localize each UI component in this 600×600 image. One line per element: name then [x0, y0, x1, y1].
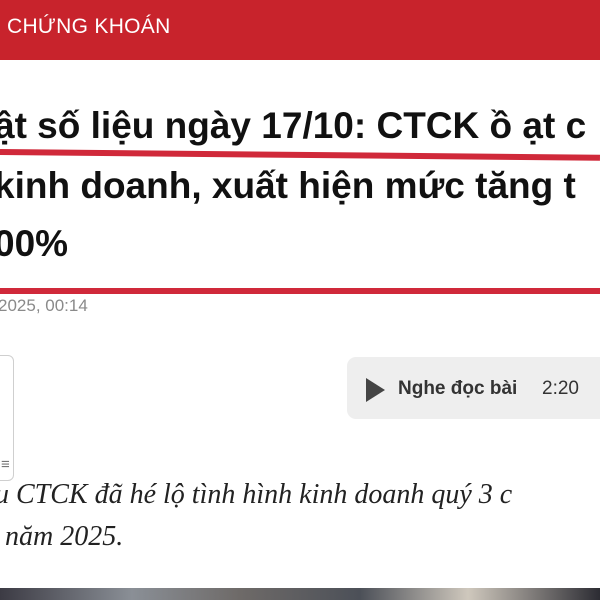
top-nav-bar: CHỨNG KHOÁN — [0, 0, 600, 60]
article-headline: ật số liệu ngày 17/10: CTCK ồ ạt c kinh … — [0, 60, 600, 300]
lead-line-1: u CTCK đã hé lộ tình hình kinh doanh quý… — [0, 479, 513, 510]
highlight-underline-bottom — [0, 288, 600, 294]
headline-line-1: ật số liệu ngày 17/10: CTCK ồ ạt c — [0, 105, 587, 146]
article-photo — [0, 588, 600, 600]
bookmark-button[interactable]: ≡ — [0, 355, 14, 481]
audio-duration: 2:20 — [542, 378, 579, 399]
headline-line-3: 00% — [0, 223, 69, 264]
listen-label: Nghe đọc bài — [398, 378, 518, 399]
headline-line-2: kinh doanh, xuất hiện mức tăng t — [0, 165, 576, 206]
play-icon — [366, 378, 385, 402]
listen-audio-button[interactable]: Nghe đọc bài 2:20 — [347, 357, 600, 419]
category-link[interactable]: CHỨNG KHOÁN — [7, 15, 171, 39]
lead-line-2: năm 2025. — [5, 521, 124, 552]
publish-date: 2025, 00:14 — [0, 296, 88, 315]
article-content: ật số liệu ngày 17/10: CTCK ồ ạt c kinh … — [0, 60, 600, 600]
highlight-underline-top — [0, 149, 600, 161]
bookmark-icon: ≡ — [1, 456, 10, 473]
